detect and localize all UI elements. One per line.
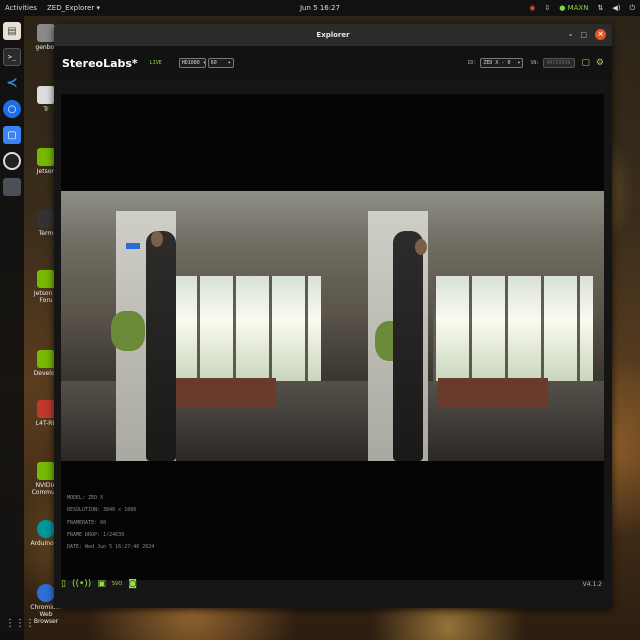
- right-camera-image: [332, 191, 604, 461]
- vscode-icon[interactable]: ≺: [3, 74, 21, 92]
- network-icon[interactable]: ⇅: [597, 4, 603, 12]
- app-menu[interactable]: ZED_Explorer ▾: [47, 4, 100, 12]
- window-title: Explorer: [316, 31, 350, 39]
- close-button[interactable]: ×: [595, 29, 606, 40]
- chromium-icon: [37, 584, 55, 602]
- document-icon: [37, 400, 55, 418]
- info-frame-drop: FRAME DROP: 1/24639: [67, 531, 125, 538]
- window-controls: – □ ×: [569, 29, 606, 40]
- id-label: ID:: [467, 60, 477, 66]
- nvidia-icon: [37, 270, 55, 288]
- info-resolution: RESOLUTION: 3840 x 1080: [67, 507, 137, 514]
- device-value: ZED X - 0: [483, 60, 511, 66]
- dock: ▤ >_ ≺ ○ ▢ ⋮⋮⋮: [0, 16, 35, 640]
- files-icon[interactable]: ▤: [3, 22, 21, 40]
- desktop-icon-label: Tr: [43, 106, 49, 113]
- download-icon[interactable]: ⇩: [544, 4, 550, 12]
- live-status: LIVE: [149, 60, 162, 66]
- sn-label: SN:: [530, 60, 540, 66]
- serial-number-field: 40729998: [543, 58, 576, 68]
- zed-explorer-icon[interactable]: [3, 178, 21, 196]
- app-header: StereoLabs* LIVE HD1080 ▾ 60 ▾ ID: ZED X…: [54, 46, 612, 80]
- system-tray: ◉ ⇩ ● MAXN ⇅ ◀) ⏻: [529, 4, 635, 13]
- nvidia-icon: [37, 350, 55, 368]
- app-footer: ▯ ((•)) ▣ SVO ◙ V4.1.2: [54, 560, 612, 608]
- record-icon[interactable]: ▢: [581, 58, 590, 68]
- top-bar: Activities ZED_Explorer ▾ Jun 5 16:27 ◉ …: [0, 0, 640, 16]
- fps-select[interactable]: 60 ▾: [207, 58, 234, 68]
- desktop-icon-label: Term: [38, 230, 54, 237]
- minimize-button[interactable]: –: [569, 31, 573, 39]
- activities-button[interactable]: Activities: [5, 4, 45, 12]
- settings-gear-icon[interactable]: ⚙: [596, 58, 604, 68]
- chevron-down-icon: ▾: [202, 60, 206, 66]
- screenshot-icon[interactable]: ▢: [3, 126, 21, 144]
- info-framerate: FRAMERATE: 60: [67, 519, 107, 526]
- ubuntu-icon[interactable]: ◉: [529, 4, 535, 12]
- camera-snapshot-icon[interactable]: ◙: [128, 579, 137, 589]
- stereo-video-feed: [61, 191, 604, 461]
- arduino-icon: [37, 520, 55, 538]
- chevron-down-icon: ▾: [517, 60, 521, 66]
- trash-icon: [37, 86, 55, 104]
- chevron-down-icon: ▾: [227, 60, 231, 66]
- version-label: V4.1.2: [582, 580, 602, 588]
- window-titlebar[interactable]: Explorer – □ ×: [54, 24, 612, 46]
- stereolabs-logo: StereoLabs*: [62, 56, 138, 70]
- power-icon[interactable]: ⏻: [629, 4, 635, 13]
- fps-value: 60: [210, 60, 217, 66]
- resolution-select[interactable]: HD1080 ▾: [178, 58, 206, 68]
- terminal-icon[interactable]: >_: [3, 48, 21, 66]
- svo-icon[interactable]: SVO: [112, 581, 122, 587]
- obs-icon[interactable]: [3, 152, 21, 170]
- device-select[interactable]: ZED X - 0 ▾: [480, 58, 524, 68]
- home-folder-icon: [37, 24, 55, 42]
- depth-icon[interactable]: ▣: [97, 579, 106, 589]
- nvidia-icon: [37, 148, 55, 166]
- power-mode-indicator[interactable]: ● MAXN: [559, 4, 588, 12]
- stream-icon[interactable]: ((•)): [72, 579, 91, 589]
- left-camera-image: [61, 191, 333, 461]
- info-date: DATE: Wed Jun 5 16:27:40 2024: [67, 544, 155, 551]
- show-apps-icon[interactable]: ⋮⋮⋮: [5, 618, 35, 632]
- terminal-icon: [37, 210, 55, 228]
- resolution-value: HD1080: [181, 60, 200, 66]
- volume-icon[interactable]: ◀): [612, 4, 620, 12]
- explorer-window: Explorer – □ × StereoLabs* LIVE HD1080 ▾…: [54, 24, 612, 608]
- info-model: MODEL: ZED X: [67, 495, 104, 501]
- video-viewport: MODEL: ZED X RESOLUTION: 3840 x 1080 FRA…: [61, 94, 604, 580]
- desktop-icon-label: Jetson: [36, 168, 56, 175]
- maximize-button[interactable]: □: [580, 31, 587, 39]
- power-mode-label: MAXN: [567, 4, 589, 12]
- nvidia-icon: [37, 462, 55, 480]
- chromium-icon[interactable]: ○: [3, 100, 21, 118]
- file-icon[interactable]: ▯: [61, 579, 66, 589]
- camera-info-overlay: MODEL: ZED X RESOLUTION: 3840 x 1080 FRA…: [67, 492, 154, 553]
